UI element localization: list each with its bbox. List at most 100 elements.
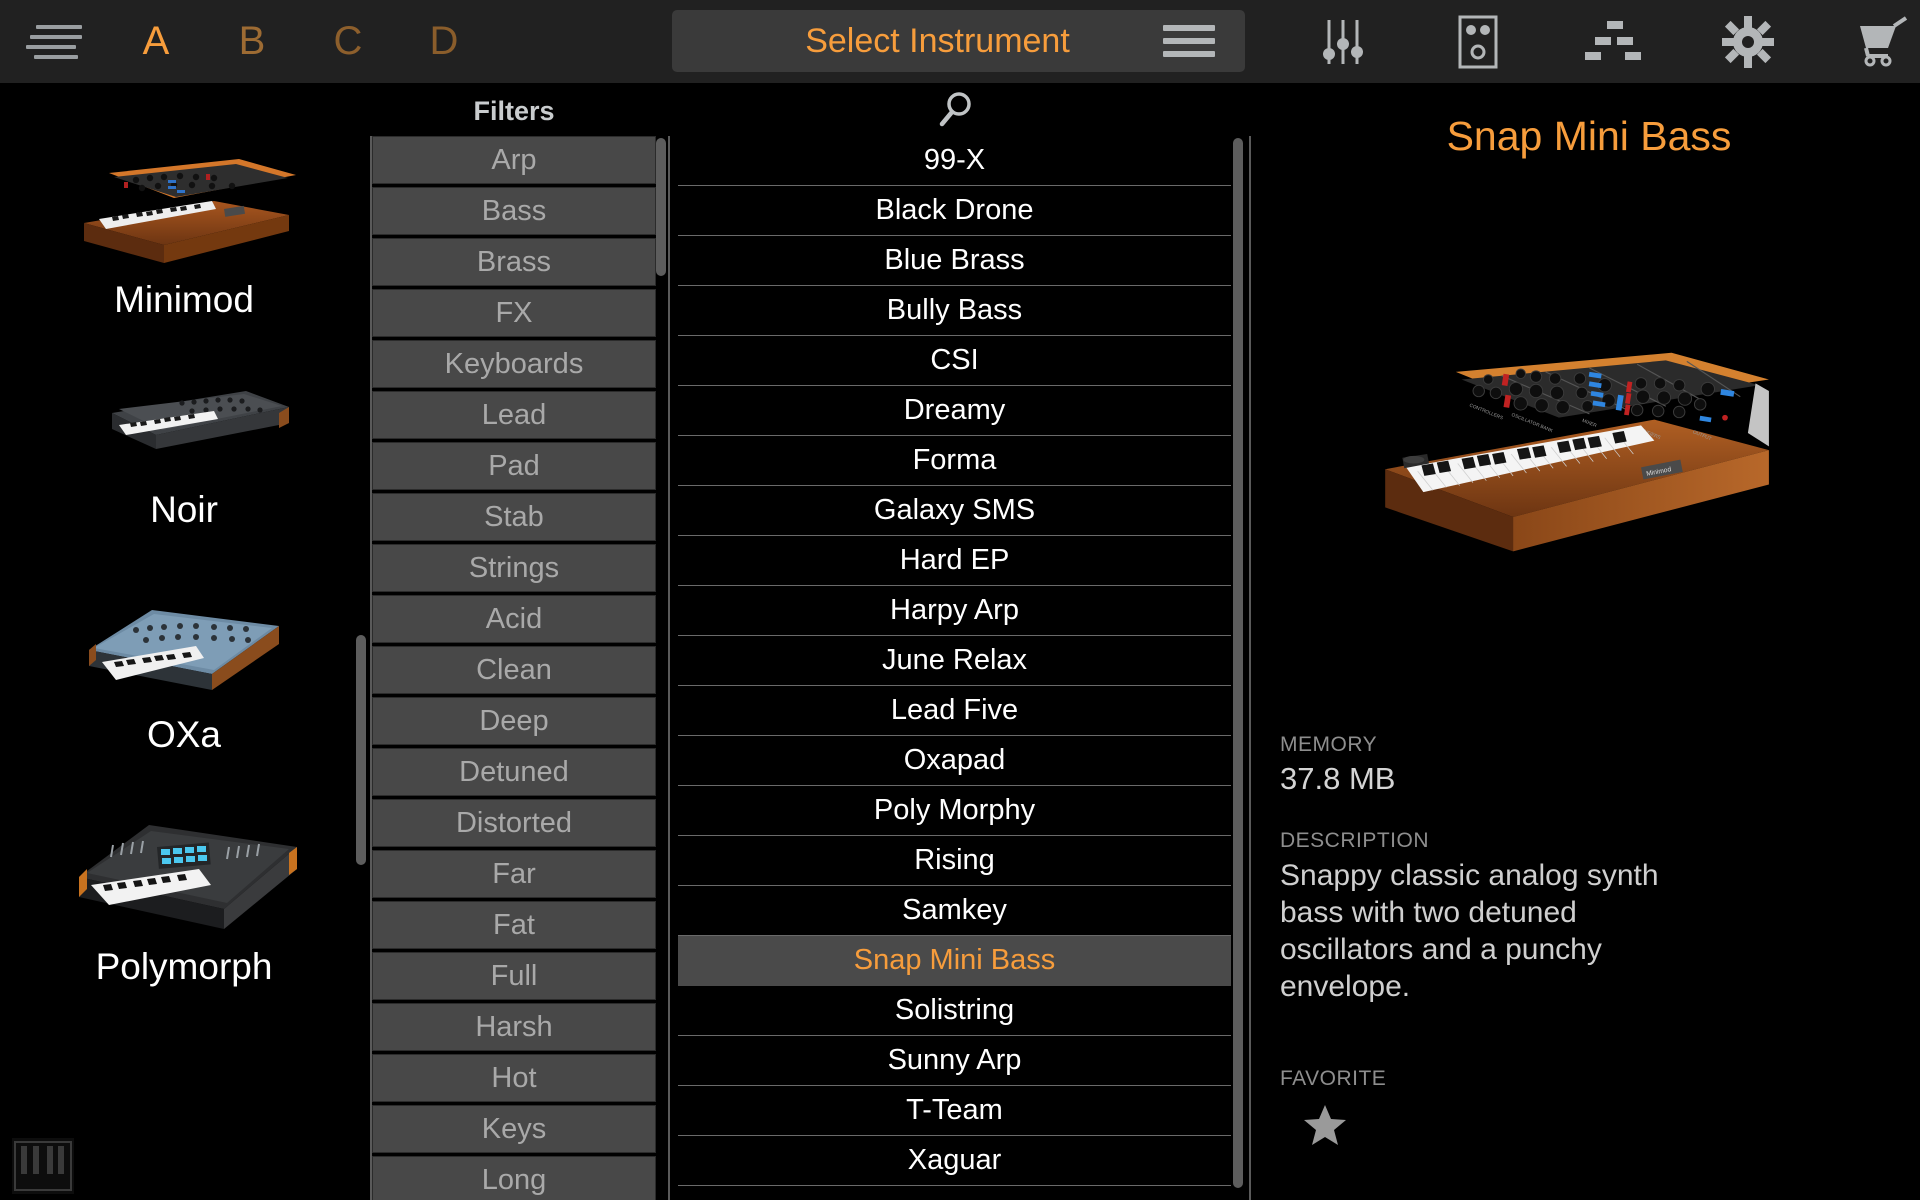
filter-item[interactable]: Long [372,1156,656,1200]
filter-item[interactable]: Hot [372,1054,656,1102]
preset-list-item[interactable]: Hard EP [678,536,1231,586]
synth-list-item[interactable]: Polymorph [0,805,368,988]
select-instrument-label: Select Instrument [672,22,1163,61]
tab-slot-d[interactable]: D [396,19,492,64]
filter-item[interactable]: Fat [372,901,656,949]
slot-tabs: A B C D [108,19,492,64]
star-icon [1302,1103,1348,1147]
synth-list-item[interactable]: OXa [0,588,368,756]
description-label: DESCRIPTION [1280,829,1900,853]
filter-item[interactable]: Bass [372,187,656,235]
preset-list-item[interactable]: Rising [678,836,1231,886]
filter-item[interactable]: Strings [372,544,656,592]
favorite-toggle-button[interactable] [1302,1103,1900,1152]
minimod-detail-image: CONTROLLERS OSCILLATOR BANK MIXER MODIFI… [1368,328,1788,578]
filter-item[interactable]: Clean [372,646,656,694]
preset-list-item[interactable]: Galaxy SMS [678,486,1231,536]
filter-item[interactable]: Keys [372,1105,656,1153]
mixer-button[interactable] [1275,0,1410,83]
shopping-cart-icon [1856,16,1910,68]
filter-item[interactable]: Lead [372,391,656,439]
synth-name: Minimod [0,279,368,321]
preset-list-item[interactable]: Dreamy [678,386,1231,436]
svg-text:CONTROLLERS: CONTROLLERS [1468,403,1503,422]
filter-item[interactable]: Detuned [372,748,656,796]
filter-item[interactable]: FX [372,289,656,337]
synth-name: Polymorph [0,946,368,988]
description-value: Snappy classic analog synth bass with tw… [1280,857,1680,1005]
memory-label: MEMORY [1280,733,1900,757]
tab-slot-c[interactable]: C [300,19,396,64]
synth-list-scrollbar[interactable] [356,635,366,865]
filter-item[interactable]: Full [372,952,656,1000]
favorite-label: FAVORITE [1280,1067,1900,1091]
preset-list-item[interactable]: Black Drone [678,186,1231,236]
list-menu-icon [1163,25,1225,57]
synth-name: OXa [0,714,368,756]
preset-metadata: MEMORY 37.8 MB DESCRIPTION Snappy classi… [1280,733,1900,1152]
filter-item[interactable]: Far [372,850,656,898]
preset-list[interactable]: 99-X Black Drone Blue Brass Bully Bass C… [678,136,1231,1200]
noir-synth-image [64,373,304,483]
preset-list-item[interactable]: 99-X [678,136,1231,186]
select-instrument-button[interactable]: Select Instrument [672,10,1245,72]
preset-list-item[interactable]: Bully Bass [678,286,1231,336]
filter-item[interactable]: Deep [372,697,656,745]
filter-item[interactable]: Keyboards [372,340,656,388]
filter-item[interactable]: Arp [372,136,656,184]
main-menu-button[interactable] [0,25,108,59]
svg-text:OSCILLATOR BANK: OSCILLATOR BANK [1510,412,1554,434]
filters-column-title: Filters [372,96,656,127]
preset-list-item[interactable]: Samkey [678,886,1231,936]
mixer-sliders-icon [1315,14,1371,70]
minimod-synth-image [64,153,304,273]
preset-list-item[interactable]: T-Team [678,1086,1231,1136]
filter-item[interactable]: Pad [372,442,656,490]
preset-detail-title: Snap Mini Bass [1258,113,1920,160]
preset-list-item[interactable]: Poly Morphy [678,786,1231,836]
preset-list-item[interactable]: Blue Brass [678,236,1231,286]
oxa-synth-image [64,588,304,708]
tool-icon-group [1275,0,1920,83]
preset-list-item[interactable]: Forma [678,436,1231,486]
top-toolbar: A B C D Select Instrument [0,0,1920,83]
tab-slot-b[interactable]: B [204,19,300,64]
filter-item[interactable]: Distorted [372,799,656,847]
preset-list-scrollbar[interactable] [1233,138,1243,1188]
filters-list-scrollbar[interactable] [656,138,666,276]
tab-slot-a[interactable]: A [108,19,204,64]
preset-list-item[interactable]: CSI [678,336,1231,386]
hamburger-menu-icon [26,25,82,59]
filter-item[interactable]: Stab [372,493,656,541]
routing-button[interactable] [1545,0,1680,83]
svg-text:MIXER: MIXER [1581,418,1598,429]
polymorph-synth-image [49,805,319,940]
preset-list-item[interactable]: Oxapad [678,736,1231,786]
synth-list-item[interactable]: Minimod [0,153,368,321]
synth-list-item[interactable]: Noir [0,373,368,531]
routing-matrix-icon [1583,19,1643,65]
preset-list-item[interactable]: June Relax [678,636,1231,686]
gear-icon [1722,16,1774,68]
keyboard-toggle-button[interactable] [12,1138,74,1194]
filters-list[interactable]: Arp Bass Brass FX Keyboards Lead Pad Sta… [372,136,656,1200]
preset-list-item[interactable]: Lead Five [678,686,1231,736]
preset-list-item[interactable]: Xaguar [678,1136,1231,1186]
divider-filters-presets [668,136,670,1200]
synth-name: Noir [0,489,368,531]
settings-button[interactable] [1680,0,1815,83]
store-button[interactable] [1815,0,1920,83]
search-icon [937,90,973,130]
effects-pedal-icon [1454,13,1502,71]
filter-item[interactable]: Brass [372,238,656,286]
preset-list-item[interactable]: Harpy Arp [678,586,1231,636]
filter-item[interactable]: Harsh [372,1003,656,1051]
synth-list[interactable]: Minimod [0,83,368,1200]
preset-search-button[interactable] [678,90,1231,135]
preset-list-item-selected[interactable]: Snap Mini Bass [678,936,1231,986]
effects-button[interactable] [1410,0,1545,83]
preset-list-item[interactable]: Sunny Arp [678,1036,1231,1086]
memory-value: 37.8 MB [1280,761,1900,797]
filter-item[interactable]: Acid [372,595,656,643]
preset-list-item[interactable]: Solistring [678,986,1231,1036]
